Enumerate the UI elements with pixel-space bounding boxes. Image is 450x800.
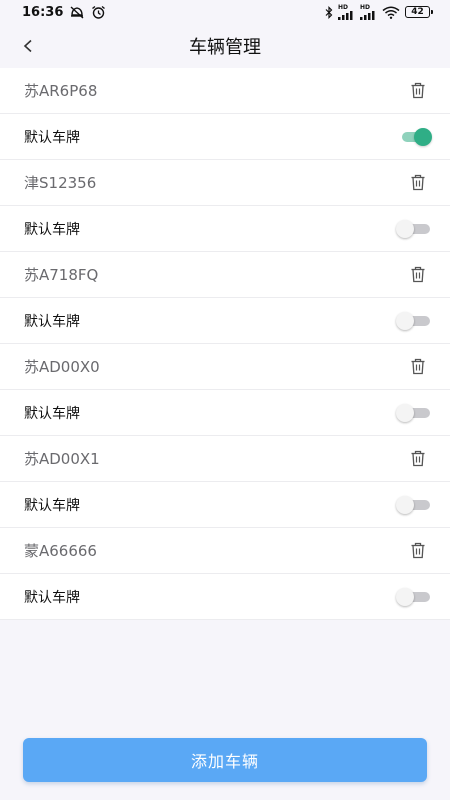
plate-number: 苏AD00X1 bbox=[24, 450, 100, 468]
vehicle-plate-row: 津S12356 bbox=[0, 160, 450, 206]
bluetooth-icon bbox=[325, 5, 333, 19]
toggle-knob bbox=[396, 587, 414, 606]
delete-button[interactable] bbox=[407, 172, 429, 194]
battery-indicator: 42 bbox=[405, 6, 433, 18]
trash-icon bbox=[410, 266, 426, 283]
no-disturb-icon bbox=[69, 5, 85, 19]
default-plate-toggle[interactable] bbox=[396, 311, 432, 330]
back-button[interactable] bbox=[16, 34, 40, 58]
vehicle-plate-row: 苏AD00X1 bbox=[0, 436, 450, 482]
toggle-knob bbox=[396, 219, 414, 238]
vehicle-plate-row: 蒙A66666 bbox=[0, 528, 450, 574]
trash-icon bbox=[410, 542, 426, 559]
default-plate-label: 默认车牌 bbox=[24, 221, 80, 238]
alarm-icon bbox=[91, 5, 106, 19]
signal-icon: HD bbox=[338, 4, 355, 20]
trash-icon bbox=[410, 358, 426, 375]
default-plate-toggle[interactable] bbox=[396, 219, 432, 238]
status-right: HD HD 42 bbox=[325, 4, 433, 20]
default-plate-row: 默认车牌 bbox=[0, 114, 450, 160]
trash-icon bbox=[410, 450, 426, 467]
vehicle-plate-row: 苏A718FQ bbox=[0, 252, 450, 298]
plate-number: 苏AR6P68 bbox=[24, 82, 98, 100]
trash-icon bbox=[410, 174, 426, 191]
delete-button[interactable] bbox=[407, 356, 429, 378]
default-plate-toggle[interactable] bbox=[396, 587, 432, 606]
toggle-knob bbox=[396, 495, 414, 514]
add-vehicle-button[interactable]: 添加车辆 bbox=[23, 738, 427, 782]
vehicle-plate-row: 苏AD00X0 bbox=[0, 344, 450, 390]
toggle-knob bbox=[414, 127, 432, 146]
delete-button[interactable] bbox=[407, 448, 429, 470]
back-chevron-icon bbox=[22, 39, 34, 53]
wifi-icon bbox=[382, 6, 400, 19]
plate-number: 苏A718FQ bbox=[24, 266, 99, 284]
vehicle-list: 苏AR6P68 默认车牌 津S12356 默认车牌 苏A718FQ 默认车牌 苏… bbox=[0, 68, 450, 620]
default-plate-toggle[interactable] bbox=[396, 127, 432, 146]
signal-icon: HD bbox=[360, 4, 377, 20]
default-plate-label: 默认车牌 bbox=[24, 589, 80, 606]
default-plate-label: 默认车牌 bbox=[24, 313, 80, 330]
default-plate-label: 默认车牌 bbox=[24, 497, 80, 514]
status-bar: 16:36 HD HD 42 bbox=[0, 0, 450, 24]
toggle-knob bbox=[396, 403, 414, 422]
default-plate-row: 默认车牌 bbox=[0, 390, 450, 436]
vehicle-plate-row: 苏AR6P68 bbox=[0, 68, 450, 114]
trash-icon bbox=[410, 82, 426, 99]
default-plate-row: 默认车牌 bbox=[0, 482, 450, 528]
plate-number: 蒙A66666 bbox=[24, 542, 97, 560]
delete-button[interactable] bbox=[407, 540, 429, 562]
plate-number: 津S12356 bbox=[24, 174, 97, 192]
toggle-knob bbox=[396, 311, 414, 330]
default-plate-toggle[interactable] bbox=[396, 495, 432, 514]
default-plate-row: 默认车牌 bbox=[0, 206, 450, 252]
default-plate-label: 默认车牌 bbox=[24, 129, 80, 146]
nav-bar: 车辆管理 bbox=[0, 24, 450, 68]
default-plate-row: 默认车牌 bbox=[0, 298, 450, 344]
status-left: 16:36 bbox=[22, 5, 106, 20]
default-plate-row: 默认车牌 bbox=[0, 574, 450, 620]
default-plate-label: 默认车牌 bbox=[24, 405, 80, 422]
page-title: 车辆管理 bbox=[189, 37, 261, 58]
delete-button[interactable] bbox=[407, 264, 429, 286]
plate-number: 苏AD00X0 bbox=[24, 358, 100, 376]
status-time: 16:36 bbox=[22, 4, 64, 20]
default-plate-toggle[interactable] bbox=[396, 403, 432, 422]
screen: 16:36 HD HD 42 车辆管理 苏AR6P68 默认车牌 津S12356… bbox=[0, 0, 450, 800]
delete-button[interactable] bbox=[407, 80, 429, 102]
